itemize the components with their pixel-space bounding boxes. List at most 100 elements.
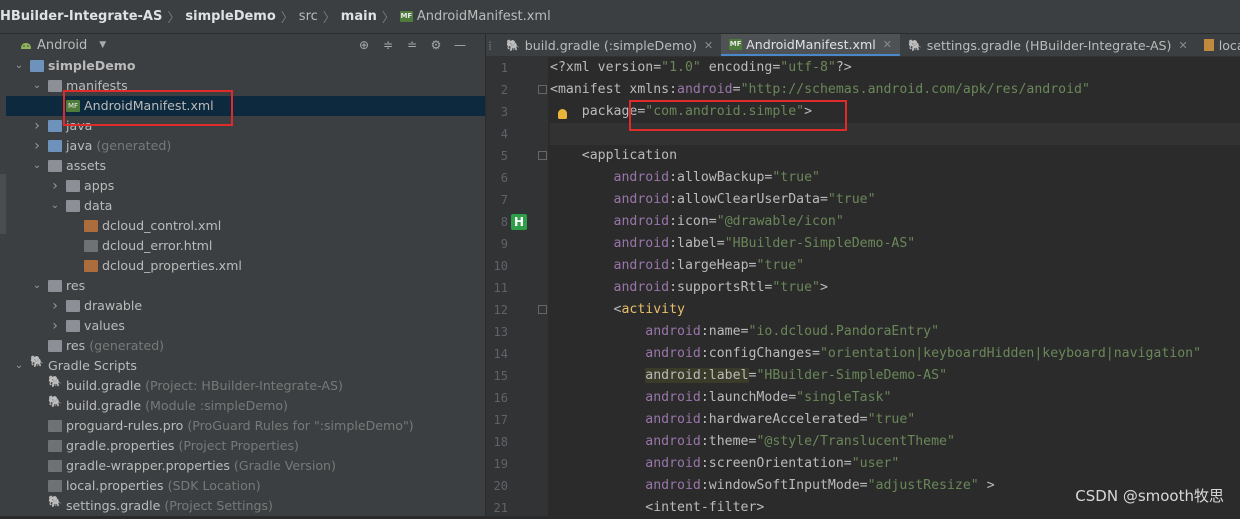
tab-label: build.gradle (:simpleDemo) — [524, 37, 697, 53]
close-icon[interactable]: ✕ — [704, 39, 713, 52]
chevron-right-icon[interactable]: › — [32, 116, 42, 136]
tree-item[interactable]: proguard-rules.pro (ProGuard Rules for "… — [6, 416, 485, 436]
tree-item[interactable]: ⌄ simpleDemo — [6, 56, 485, 76]
code-line: android:supportsRtl="true"> — [550, 277, 828, 299]
tree-item-hint: (generated) — [85, 338, 165, 353]
editor-tab[interactable]: local.pr — [1196, 34, 1240, 56]
code-line: android:theme="@style/TranslucentTheme" — [550, 431, 955, 453]
code-token: = — [732, 82, 741, 97]
target-icon[interactable]: ⊕ — [357, 38, 371, 52]
tree-item-name: res — [66, 338, 86, 353]
tree-item-hint: (Module :simpleDemo) — [141, 398, 288, 413]
close-icon[interactable]: ✕ — [883, 38, 892, 51]
code-token: <application — [550, 148, 678, 163]
tree-item[interactable]: ⌄ 🐘 Gradle Scripts — [6, 356, 485, 376]
line-number: 9 — [500, 237, 508, 251]
breadcrumb-item[interactable]: main — [341, 9, 377, 24]
manifest-file-icon: MF — [729, 38, 743, 50]
tree-item-label: java (generated) — [66, 136, 171, 156]
editor-tab[interactable]: MF AndroidManifest.xml ✕ — [721, 34, 900, 56]
code-line: android:configChanges="orientation|keybo… — [550, 343, 1201, 365]
tree-item[interactable]: dcloud_error.html — [6, 236, 485, 256]
tree-item[interactable]: gradle-wrapper.properties (Gradle Versio… — [6, 456, 485, 476]
code-token: android — [613, 170, 670, 185]
editor-tab[interactable]: 🐘 settings.gradle (HBuilder-Integrate-AS)… — [900, 34, 1196, 56]
tree-item-label: simpleDemo — [48, 56, 136, 76]
chevron-right-icon[interactable]: › — [50, 176, 60, 196]
tree-item[interactable]: 🐘 build.gradle (Module :simpleDemo) — [6, 396, 485, 416]
gradle-icon: 🐘 — [48, 395, 62, 408]
html-file-icon — [84, 240, 98, 252]
tree-item[interactable]: local.properties (SDK Location) — [6, 476, 485, 496]
code-token: android:label — [645, 368, 749, 383]
project-tools: ⊕ ≑ ≐ ⚙ — — [357, 34, 467, 56]
code-token: <?xml version= — [550, 60, 662, 75]
tree-item[interactable]: › values — [6, 316, 485, 336]
tree-item-name: local.properties — [66, 478, 164, 493]
chevron-down-icon[interactable]: ⌄ — [14, 356, 24, 376]
close-icon[interactable]: ✕ — [1178, 39, 1187, 52]
tree-item-name: gradle-wrapper.properties — [66, 458, 230, 473]
tree-item[interactable]: ⌄ data — [6, 196, 485, 216]
tree-item-name: assets — [66, 158, 107, 173]
code-token: > — [819, 280, 828, 295]
minimize-icon[interactable]: — — [453, 38, 467, 52]
fold-icon[interactable] — [538, 305, 547, 314]
code-token: :screenOrientation= — [700, 456, 852, 471]
tree-item[interactable]: ⌄ assets — [6, 156, 485, 176]
tree-item[interactable]: 🐘 settings.gradle (Project Settings) — [6, 496, 485, 516]
properties-file-icon — [48, 460, 62, 472]
chevron-right-icon[interactable]: › — [32, 136, 42, 156]
expand-all-icon[interactable]: ≑ — [381, 38, 395, 52]
chevron-down-icon[interactable]: ⌄ — [32, 276, 42, 296]
tree-item[interactable]: res (generated) — [6, 336, 485, 356]
line-number: 11 — [493, 281, 508, 295]
breadcrumb-item[interactable]: simpleDemo — [185, 9, 275, 24]
gutter: 1 2 3 4 5 6 7 8 9 10 11 12 13 14 15 16 17 18 19 20 21 — [486, 57, 548, 516]
tree-item[interactable]: › drawable — [6, 296, 485, 316]
breadcrumb-separator-icon: 〉 — [322, 11, 336, 26]
breadcrumb-item[interactable]: AndroidManifest.xml — [417, 9, 551, 24]
tree-item-name: build.gradle — [66, 378, 142, 393]
manifest-file-icon: MF — [399, 11, 413, 22]
code-editor[interactable]: 1 2 3 4 5 6 7 8 9 10 11 12 13 14 15 16 17 18 19 20 21 H <?xm… — [486, 57, 1240, 516]
code-token: :theme= — [700, 434, 757, 449]
chevron-down-icon[interactable]: ⌄ — [32, 156, 42, 176]
tree-item[interactable]: ⌄ res — [6, 276, 485, 296]
gradle-icon: 🐘 — [48, 375, 62, 388]
tree-item[interactable]: dcloud_control.xml — [6, 216, 485, 236]
gradle-icon: 🐘 — [908, 38, 922, 52]
fold-icon[interactable] — [538, 151, 547, 160]
code-token: android — [613, 236, 670, 251]
chevron-down-icon[interactable]: ⌄ — [32, 76, 42, 96]
tree-item-label: dcloud_error.html — [102, 236, 212, 256]
chevron-right-icon[interactable]: › — [50, 296, 60, 316]
code-token: :hardwareAccelerated= — [700, 412, 868, 427]
breadcrumb-item[interactable]: src — [299, 9, 318, 24]
chevron-down-icon[interactable]: ⌄ — [50, 196, 60, 216]
collapse-all-icon[interactable]: ≐ — [405, 38, 419, 52]
fold-icon[interactable] — [538, 85, 547, 94]
tree-item-label: drawable — [84, 296, 142, 316]
view-selector[interactable]: Android ▼ — [6, 38, 106, 53]
tree-item[interactable]: 🐘 build.gradle (Project: HBuilder-Integra… — [6, 376, 485, 396]
tree-item-name: Gradle Scripts — [48, 358, 137, 373]
breadcrumb-item[interactable]: HBuilder-Integrate-AS — [0, 9, 162, 24]
module-folder-icon — [30, 60, 44, 72]
gradle-icon: 🐘 — [506, 38, 520, 52]
editor-tab[interactable]: 🐘 build.gradle (:simpleDemo) ✕ — [498, 34, 721, 56]
tree-item-name: proguard-rules.pro — [66, 418, 184, 433]
tree-item[interactable]: › apps — [6, 176, 485, 196]
hbuilder-gutter-icon[interactable]: H — [511, 214, 527, 230]
code-token: :label= — [669, 236, 725, 251]
tree-item[interactable]: dcloud_properties.xml — [6, 256, 485, 276]
chevron-right-icon[interactable]: › — [50, 316, 60, 336]
chevron-down-icon[interactable]: ⌄ — [14, 56, 24, 76]
code-token: :allowClearUserData= — [669, 192, 828, 207]
tree-item[interactable]: › java (generated) — [6, 136, 485, 156]
tree-item[interactable]: gradle.properties (Project Properties) — [6, 436, 485, 456]
tab-overflow-icon[interactable]: ⁞ — [486, 38, 498, 53]
gear-icon[interactable]: ⚙ — [429, 38, 443, 52]
code-token: <manifest xmlns: — [550, 82, 678, 97]
